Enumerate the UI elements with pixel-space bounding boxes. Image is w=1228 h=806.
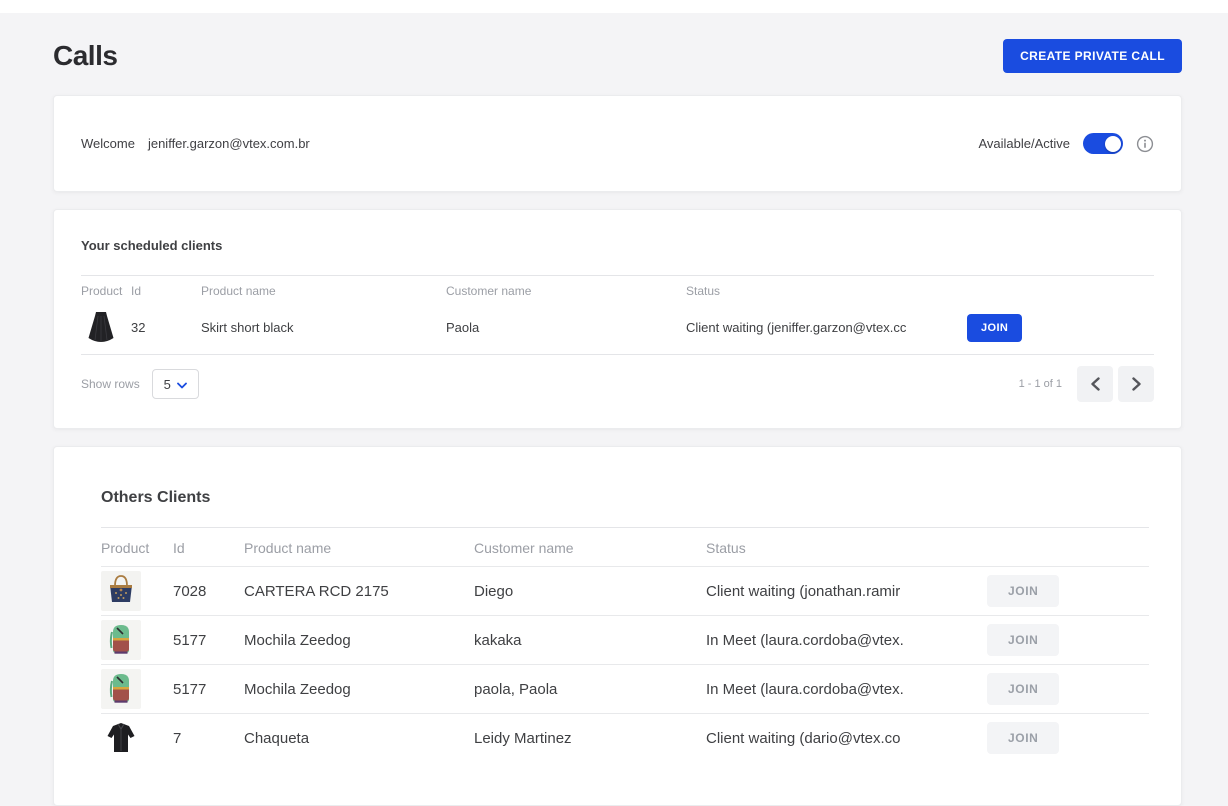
availability-controls: Available/Active: [978, 133, 1154, 154]
scheduled-clients-table: Product Id Product name Customer name St…: [81, 275, 1154, 355]
product-image-green-red-backpack: [101, 669, 141, 709]
cell-product-name: Mochila Zeedog: [244, 632, 474, 649]
others-clients-title: Others Clients: [101, 489, 1149, 507]
top-white-bar: [0, 0, 1228, 13]
column-header-customer-name: Customer name: [474, 540, 706, 556]
show-rows-label: Show rows: [81, 377, 140, 391]
table-row: 5177 Mochila Zeedog paola, Paola In Meet…: [101, 664, 1149, 713]
cell-id: 32: [131, 320, 201, 335]
cell-id: 7: [173, 730, 244, 747]
page-title: Calls: [53, 40, 117, 72]
cell-customer-name: Leidy Martinez: [474, 730, 706, 747]
cell-id: 7028: [173, 583, 244, 600]
chevron-down-icon: [177, 377, 187, 392]
column-header-product: Product: [101, 540, 173, 556]
table-header-row: Product Id Product name Customer name St…: [81, 275, 1154, 301]
column-header-product-name: Product name: [201, 284, 446, 298]
rows-per-page-value: 5: [164, 377, 171, 392]
scheduled-clients-card: Your scheduled clients Product Id Produc…: [53, 209, 1182, 429]
welcome-card: Welcome jeniffer.garzon@vtex.com.br Avai…: [53, 95, 1182, 192]
table-row: 5177 Mochila Zeedog kakaka In Meet (laur…: [101, 615, 1149, 664]
join-button[interactable]: JOIN: [987, 575, 1059, 607]
toggle-knob: [1105, 136, 1121, 152]
cell-id: 5177: [173, 681, 244, 698]
column-header-customer-name: Customer name: [446, 284, 686, 298]
pagination-prev-button[interactable]: [1077, 366, 1113, 402]
column-header-status: Status: [686, 284, 967, 298]
availability-label: Available/Active: [978, 136, 1070, 151]
pagination: 1 - 1 of 1: [1019, 366, 1154, 402]
cell-status: In Meet (laura.cordoba@vtex.: [706, 632, 987, 649]
join-button[interactable]: JOIN: [987, 624, 1059, 656]
create-private-call-button[interactable]: CREATE PRIVATE CALL: [1003, 39, 1182, 73]
pagination-range: 1 - 1 of 1: [1019, 378, 1062, 390]
column-header-status: Status: [706, 540, 987, 556]
cell-customer-name: kakaka: [474, 632, 706, 649]
column-header-product-name: Product name: [244, 540, 474, 556]
join-button[interactable]: JOIN: [967, 314, 1022, 342]
join-button[interactable]: JOIN: [987, 673, 1059, 705]
chevron-right-icon: [1131, 377, 1142, 391]
others-clients-card: Others Clients Product Id Product name C…: [53, 446, 1182, 806]
column-header-product: Product: [81, 284, 131, 298]
pagination-next-button[interactable]: [1118, 366, 1154, 402]
cell-product-name: CARTERA RCD 2175: [244, 583, 474, 600]
page-header: Calls CREATE PRIVATE CALL: [53, 39, 1182, 73]
others-clients-table: Product Id Product name Customer name St…: [101, 527, 1149, 762]
table-row: 7028 CARTERA RCD 2175 Diego Client waiti…: [101, 566, 1149, 615]
cell-customer-name: Diego: [474, 583, 706, 600]
cell-product-name: Skirt short black: [201, 320, 446, 335]
column-header-id: Id: [131, 284, 201, 298]
availability-toggle[interactable]: [1083, 133, 1123, 154]
table-row: 32 Skirt short black Paola Client waitin…: [81, 301, 1154, 355]
column-header-id: Id: [173, 540, 244, 556]
cell-id: 5177: [173, 632, 244, 649]
cell-status: In Meet (laura.cordoba@vtex.: [706, 681, 987, 698]
table-row: 7 Chaqueta Leidy Martinez Client waiting…: [101, 713, 1149, 762]
product-image-navy-tote-bag: [101, 571, 141, 611]
product-image-green-red-backpack: [101, 620, 141, 660]
cell-status: Client waiting (dario@vtex.co: [706, 730, 987, 747]
cell-customer-name: paola, Paola: [474, 681, 706, 698]
welcome-message: Welcome jeniffer.garzon@vtex.com.br: [81, 136, 310, 151]
cell-status: Client waiting (jeniffer.garzon@vtex.cc: [686, 320, 967, 335]
cell-product-name: Mochila Zeedog: [244, 681, 474, 698]
cell-status: Client waiting (jonathan.ramir: [706, 583, 987, 600]
product-image-black-skirt: [81, 308, 121, 348]
chevron-left-icon: [1090, 377, 1101, 391]
table-footer: Show rows 5 1 - 1 of 1: [81, 366, 1154, 402]
scheduled-clients-title: Your scheduled clients: [81, 238, 1154, 253]
agent-email: jeniffer.garzon@vtex.com.br: [148, 136, 310, 151]
cell-product-name: Chaqueta: [244, 730, 474, 747]
cell-customer-name: Paola: [446, 320, 686, 335]
product-image-black-jacket: [101, 718, 141, 758]
join-button[interactable]: JOIN: [987, 722, 1059, 754]
table-header-row: Product Id Product name Customer name St…: [101, 527, 1149, 566]
info-circle-icon[interactable]: [1136, 135, 1154, 153]
welcome-label: Welcome: [81, 136, 135, 151]
rows-per-page-select[interactable]: 5: [152, 369, 199, 399]
